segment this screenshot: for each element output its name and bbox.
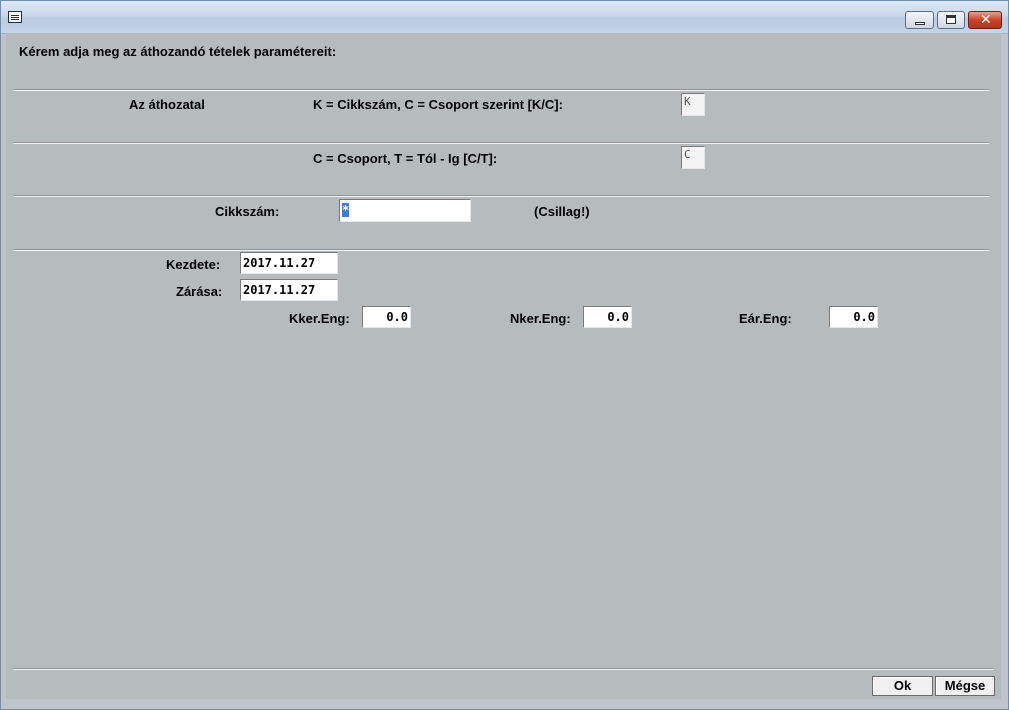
minimize-icon	[915, 22, 925, 25]
mode-input[interactable]: K	[681, 93, 705, 116]
article-value: *	[342, 203, 350, 217]
mode-label: K = Cikkszám, C = Csoport szerint [K/C]:	[313, 97, 563, 112]
separator	[13, 89, 989, 91]
range-type-input[interactable]: C	[681, 146, 705, 169]
separator	[13, 142, 989, 144]
form-heading: Kérem adja meg az áthozandó tételek para…	[19, 44, 337, 59]
start-date-input[interactable]: 2017.11.27	[240, 252, 338, 274]
window-menu-icon[interactable]	[8, 11, 22, 23]
end-date-input[interactable]: 2017.11.27	[240, 279, 338, 301]
end-label: Zárása:	[176, 284, 223, 299]
cancel-button[interactable]: Mégse	[935, 676, 995, 696]
article-input[interactable]: *	[339, 199, 471, 222]
ear-input[interactable]: 0.0	[829, 306, 878, 328]
title-bar[interactable]: ✕	[1, 1, 1008, 34]
ear-label: Eár.Eng:	[739, 311, 792, 326]
close-button[interactable]: ✕	[968, 11, 1002, 29]
maximize-icon	[946, 15, 956, 24]
article-label: Cikkszám:	[215, 204, 280, 219]
kker-label: Kker.Eng:	[289, 311, 350, 326]
nker-input[interactable]: 0.0	[583, 306, 632, 328]
maximize-button[interactable]	[937, 11, 965, 29]
form-panel	[6, 33, 1001, 699]
article-hint: (Csillag!)	[534, 204, 590, 219]
nker-label: Nker.Eng:	[510, 311, 571, 326]
minimize-button[interactable]	[905, 11, 934, 29]
start-label: Kezdete:	[166, 257, 221, 272]
ok-button[interactable]: Ok	[872, 676, 933, 696]
kker-input[interactable]: 0.0	[362, 306, 411, 328]
close-icon: ✕	[980, 12, 992, 28]
separator	[13, 668, 993, 670]
separator	[13, 249, 989, 251]
section-label: Az áthozatal	[129, 97, 205, 112]
separator	[13, 195, 989, 197]
range-type-label: C = Csoport, T = Tól - Ig [C/T]:	[313, 151, 498, 166]
